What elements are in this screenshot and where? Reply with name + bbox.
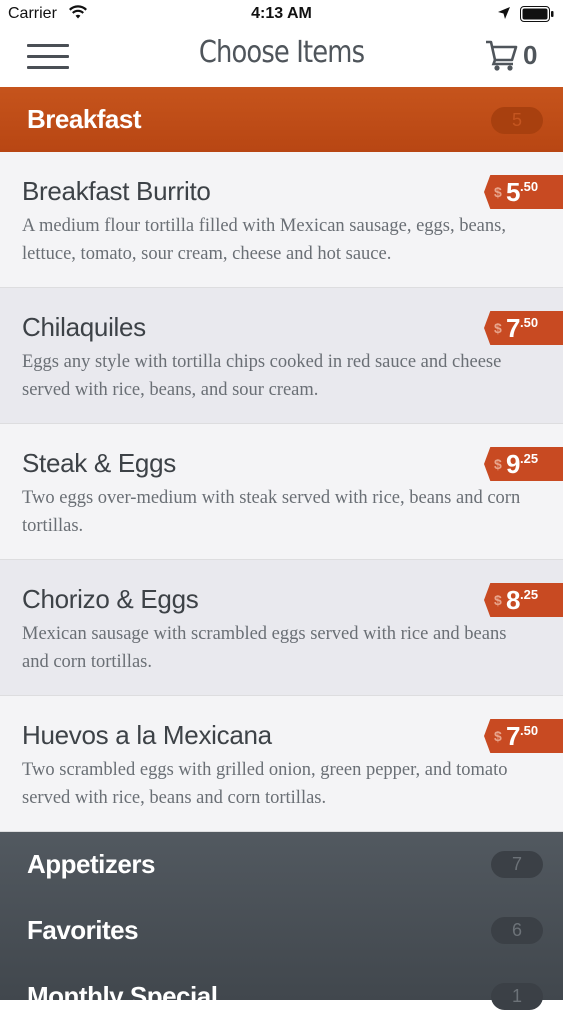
price-cents: .50 [520,723,539,738]
category-label: Appetizers [27,849,155,879]
price-cents: .50 [520,315,539,330]
other-categories-panel: Appetizers 7 Favorites 6 Monthly Special… [0,832,563,1011]
item-description: Mexican sausage with scrambled eggs serv… [22,624,507,672]
menu-item-huevos-a-la-mexicana[interactable]: Huevos a la Mexicana $ 7 .50 Two scrambl… [0,696,563,832]
menu-item-steak-and-eggs[interactable]: Steak & Eggs $ 9 .25 Two eggs over-mediu… [0,424,563,560]
category-count-badge: 5 [491,107,543,134]
category-label: Monthly Special [27,981,218,1011]
status-time: 4:13 AM [251,5,312,22]
item-description: Eggs any style with tortilla chips cooke… [22,352,502,400]
price-dollars: 9 [506,449,521,479]
item-name: Huevos a la Mexicana [22,720,272,750]
item-name: Steak & Eggs [22,448,176,478]
price-cents: .25 [520,587,539,602]
category-title: Breakfast [27,104,142,134]
category-favorites[interactable]: Favorites 6 [0,898,563,963]
price-tag: $ 5 .50 [484,175,563,209]
item-description: A medium flour tortilla filled with Mexi… [22,216,506,264]
price-currency: $ [494,592,502,608]
price-dollars: 7 [506,313,521,343]
price-currency: $ [494,320,502,336]
item-name: Chorizo & Eggs [22,584,199,614]
price-currency: $ [494,184,502,200]
category-label: Favorites [27,915,139,945]
price-dollars: 5 [506,177,521,207]
price-dollars: 8 [506,585,521,615]
item-name: Chilaquiles [22,312,146,342]
page-title: Choose Items [198,35,365,70]
price-tag: $ 7 .50 [484,719,563,753]
menu-item-chilaquiles[interactable]: Chilaquiles $ 7 .50 Eggs any style with … [0,288,563,424]
price-tag: $ 9 .25 [484,447,563,481]
category-count-badge: 7 [491,851,543,878]
category-count-badge: 1 [491,983,543,1010]
location-arrow-icon [498,7,510,19]
status-bar: Carrier 4:13 AM [0,0,563,30]
price-currency: $ [494,728,502,744]
item-description: Two scrambled eggs with grilled onion, g… [22,760,508,808]
cart-count[interactable]: 0 [523,40,537,71]
category-appetizers[interactable]: Appetizers 7 [0,832,563,897]
menu-item-chorizo-and-eggs[interactable]: Chorizo & Eggs $ 8 .25 Mexican sausage w… [0,560,563,696]
price-tag: $ 8 .25 [484,583,563,617]
battery-icon [520,6,554,22]
category-header-breakfast[interactable]: Breakfast 5 [0,87,563,152]
price-dollars: 7 [506,721,521,751]
item-name: Breakfast Burrito [22,176,211,206]
price-cents: .50 [520,179,539,194]
price-tag: $ 7 .50 [484,311,563,345]
item-description: Two eggs over-medium with steak served w… [22,488,521,536]
price-currency: $ [494,456,502,472]
price-cents: .25 [520,451,539,466]
menu-item-breakfast-burrito[interactable]: Breakfast Burrito $ 5 .50 A medium flour… [0,152,563,288]
shopping-cart-icon[interactable] [484,38,520,72]
category-count-badge: 6 [491,917,543,944]
category-monthly-special[interactable]: Monthly Special 1 [0,964,563,1029]
navigation-bar: Choose Items 0 [0,30,563,87]
